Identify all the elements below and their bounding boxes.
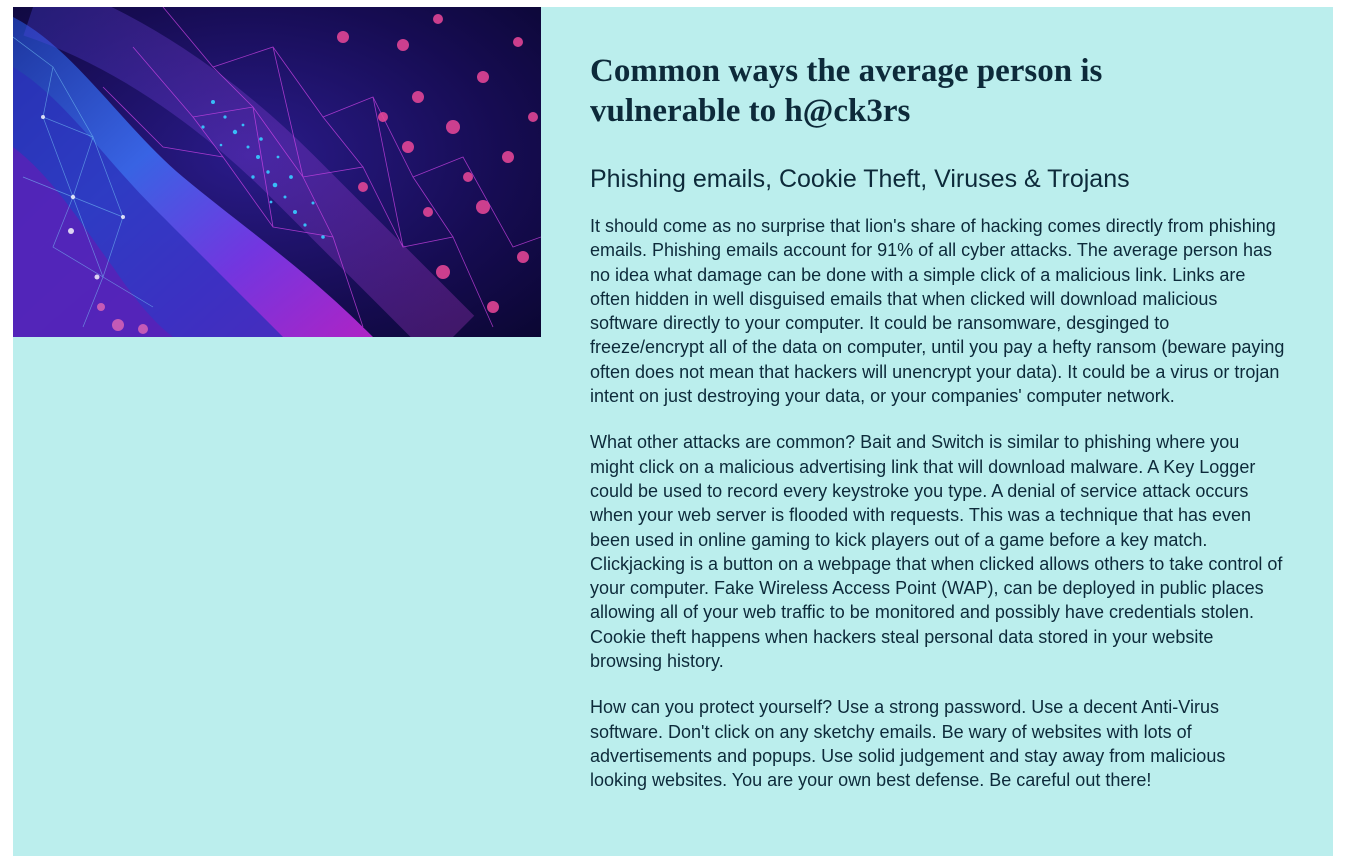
article-subheading: Phishing emails, Cookie Theft, Viruses &… bbox=[590, 165, 1130, 193]
article-paragraph-attacks: What other attacks are common? Bait and … bbox=[590, 432, 1283, 672]
article-paragraph-phishing: It should come as no surprise that lion'… bbox=[590, 216, 1285, 407]
article-content: Common ways the average person is vulner… bbox=[590, 51, 1290, 793]
article-paragraph-protection: How can you protect yourself? Use a stro… bbox=[590, 697, 1226, 791]
abstract-cyber-network-image bbox=[13, 7, 541, 337]
page-title: Common ways the average person is vulner… bbox=[590, 53, 1103, 129]
hero-image bbox=[13, 7, 541, 337]
article-card: Common ways the average person is vulner… bbox=[13, 7, 1333, 856]
